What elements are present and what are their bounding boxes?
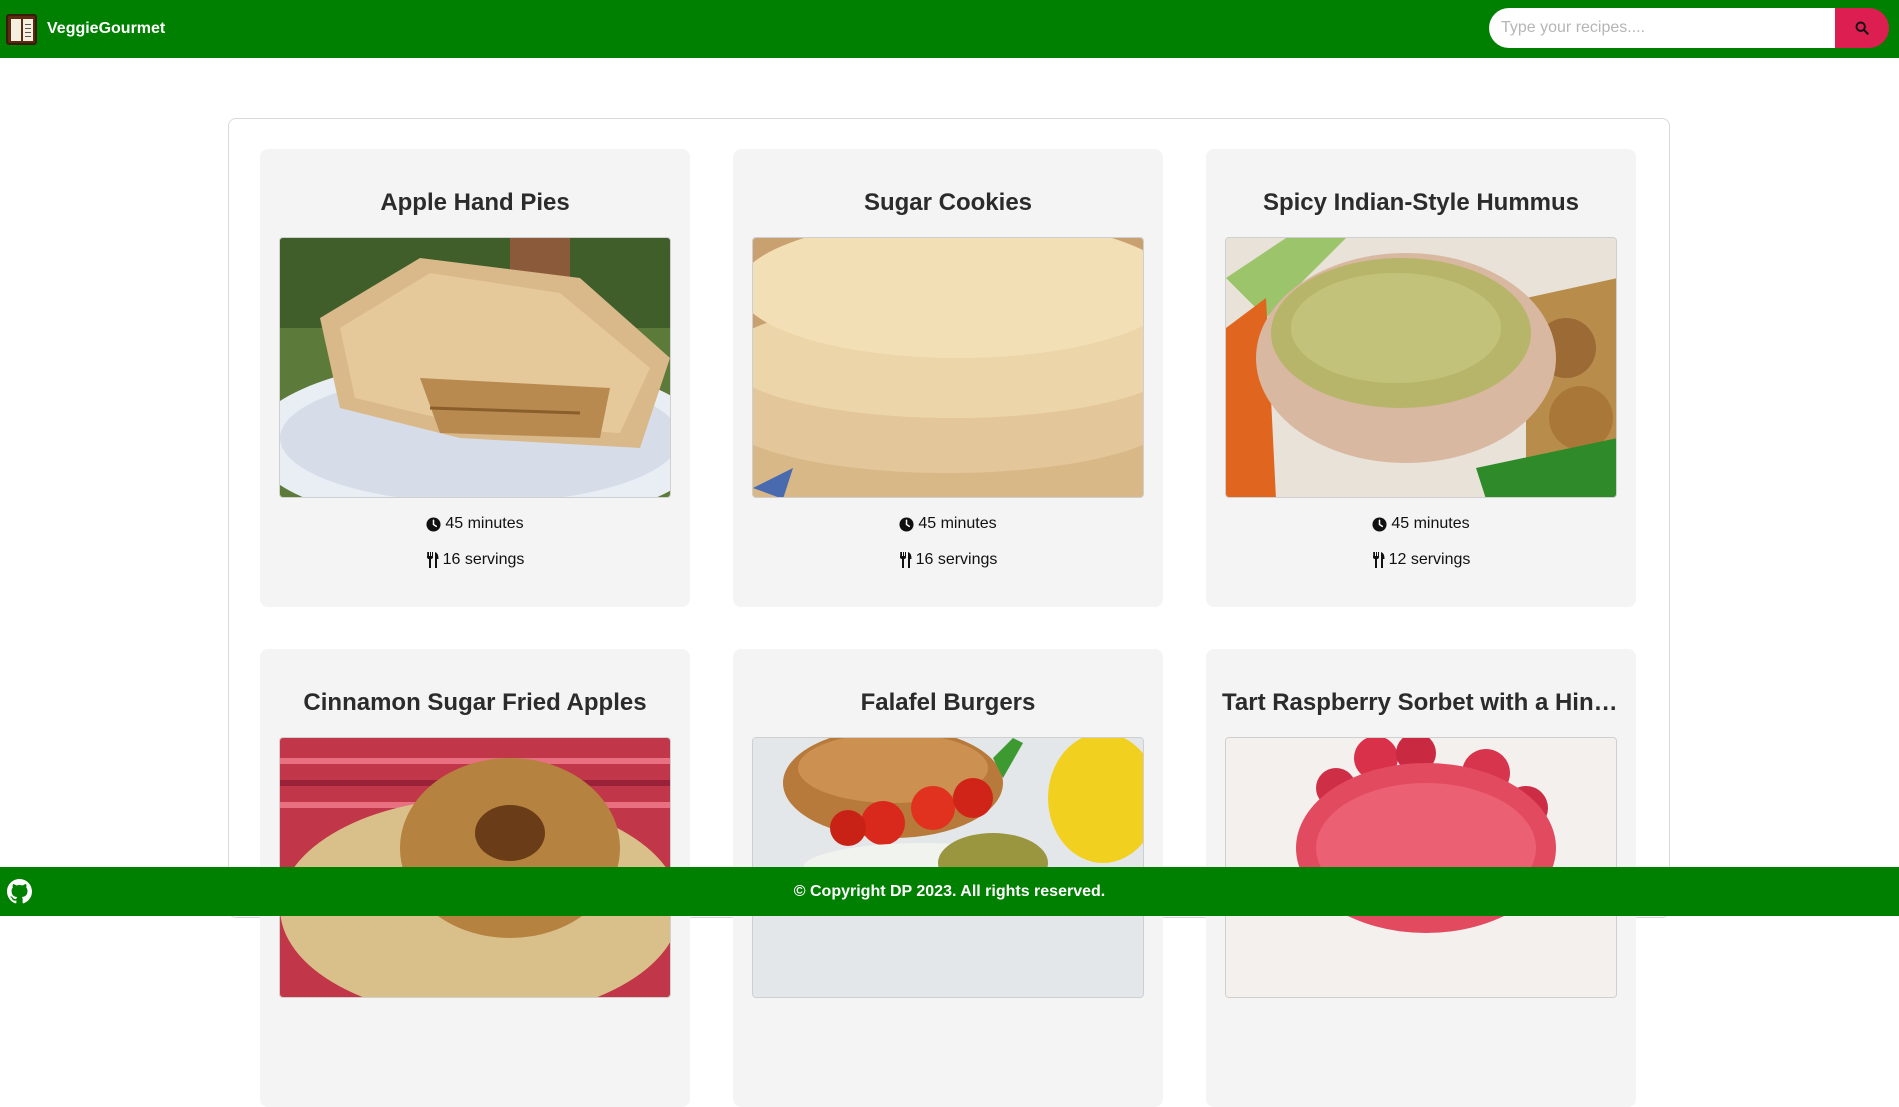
- recipe-title: Apple Hand Pies: [380, 189, 570, 216]
- github-link[interactable]: [7, 879, 32, 904]
- brand-link[interactable]: VeggieGourmet: [6, 13, 166, 45]
- recipe-title: Cinnamon Sugar Fried Apples: [303, 689, 647, 716]
- utensils-icon: [1372, 552, 1385, 568]
- recipe-image: [279, 237, 671, 498]
- clock-icon: [1372, 516, 1387, 532]
- search-input[interactable]: [1489, 8, 1835, 48]
- recipe-card[interactable]: Sugar Cookies 45 minutes 16 servings: [733, 149, 1163, 607]
- clock-icon: [899, 516, 914, 532]
- recipe-time-text: 45 minutes: [445, 515, 524, 532]
- recipe-book-icon: [6, 13, 37, 45]
- search-form: [1489, 8, 1889, 48]
- recipe-servings-text: 16 servings: [915, 551, 998, 568]
- recipe-title: Sugar Cookies: [863, 189, 1033, 216]
- recipe-time: 45 minutes: [733, 515, 1163, 533]
- recipe-card[interactable]: Spicy Indian-Style Hummus 45 minutes 12 …: [1206, 149, 1636, 607]
- recipe-image: [752, 237, 1144, 498]
- utensils-icon: [899, 552, 912, 568]
- recipe-servings-text: 16 servings: [442, 551, 525, 568]
- recipe-image: [1225, 237, 1617, 498]
- navbar: VeggieGourmet: [0, 0, 1899, 58]
- recipe-servings-text: 12 servings: [1388, 551, 1471, 568]
- recipe-grid: Apple Hand Pies 45 minutes 16 servings S…: [260, 149, 1636, 1107]
- clock-icon: [426, 516, 441, 532]
- recipe-servings: 12 servings: [1206, 551, 1636, 569]
- recipe-time: 45 minutes: [1206, 515, 1636, 533]
- recipe-title: Spicy Indian-Style Hummus: [1262, 189, 1580, 216]
- github-icon: [7, 879, 32, 904]
- recipe-servings: 16 servings: [260, 551, 690, 569]
- footer: © Copyright DP 2023. All rights reserved…: [0, 867, 1899, 916]
- recipe-servings: 16 servings: [733, 551, 1163, 569]
- recipe-title: Tart Raspberry Sorbet with a Hint ...: [1222, 689, 1629, 716]
- recipe-time-text: 45 minutes: [918, 515, 997, 532]
- search-button[interactable]: [1835, 8, 1889, 48]
- recipe-card[interactable]: Apple Hand Pies 45 minutes 16 servings: [260, 149, 690, 607]
- recipe-list-container: Apple Hand Pies 45 minutes 16 servings S…: [228, 118, 1670, 1107]
- utensils-icon: [426, 552, 439, 568]
- recipe-time: 45 minutes: [260, 515, 690, 533]
- recipe-title: Falafel Burgers: [860, 689, 1036, 716]
- recipe-time-text: 45 minutes: [1391, 515, 1470, 532]
- brand-name: VeggieGourmet: [47, 20, 166, 37]
- search-icon: [1855, 21, 1869, 35]
- copyright-text: © Copyright DP 2023. All rights reserved…: [793, 882, 1106, 900]
